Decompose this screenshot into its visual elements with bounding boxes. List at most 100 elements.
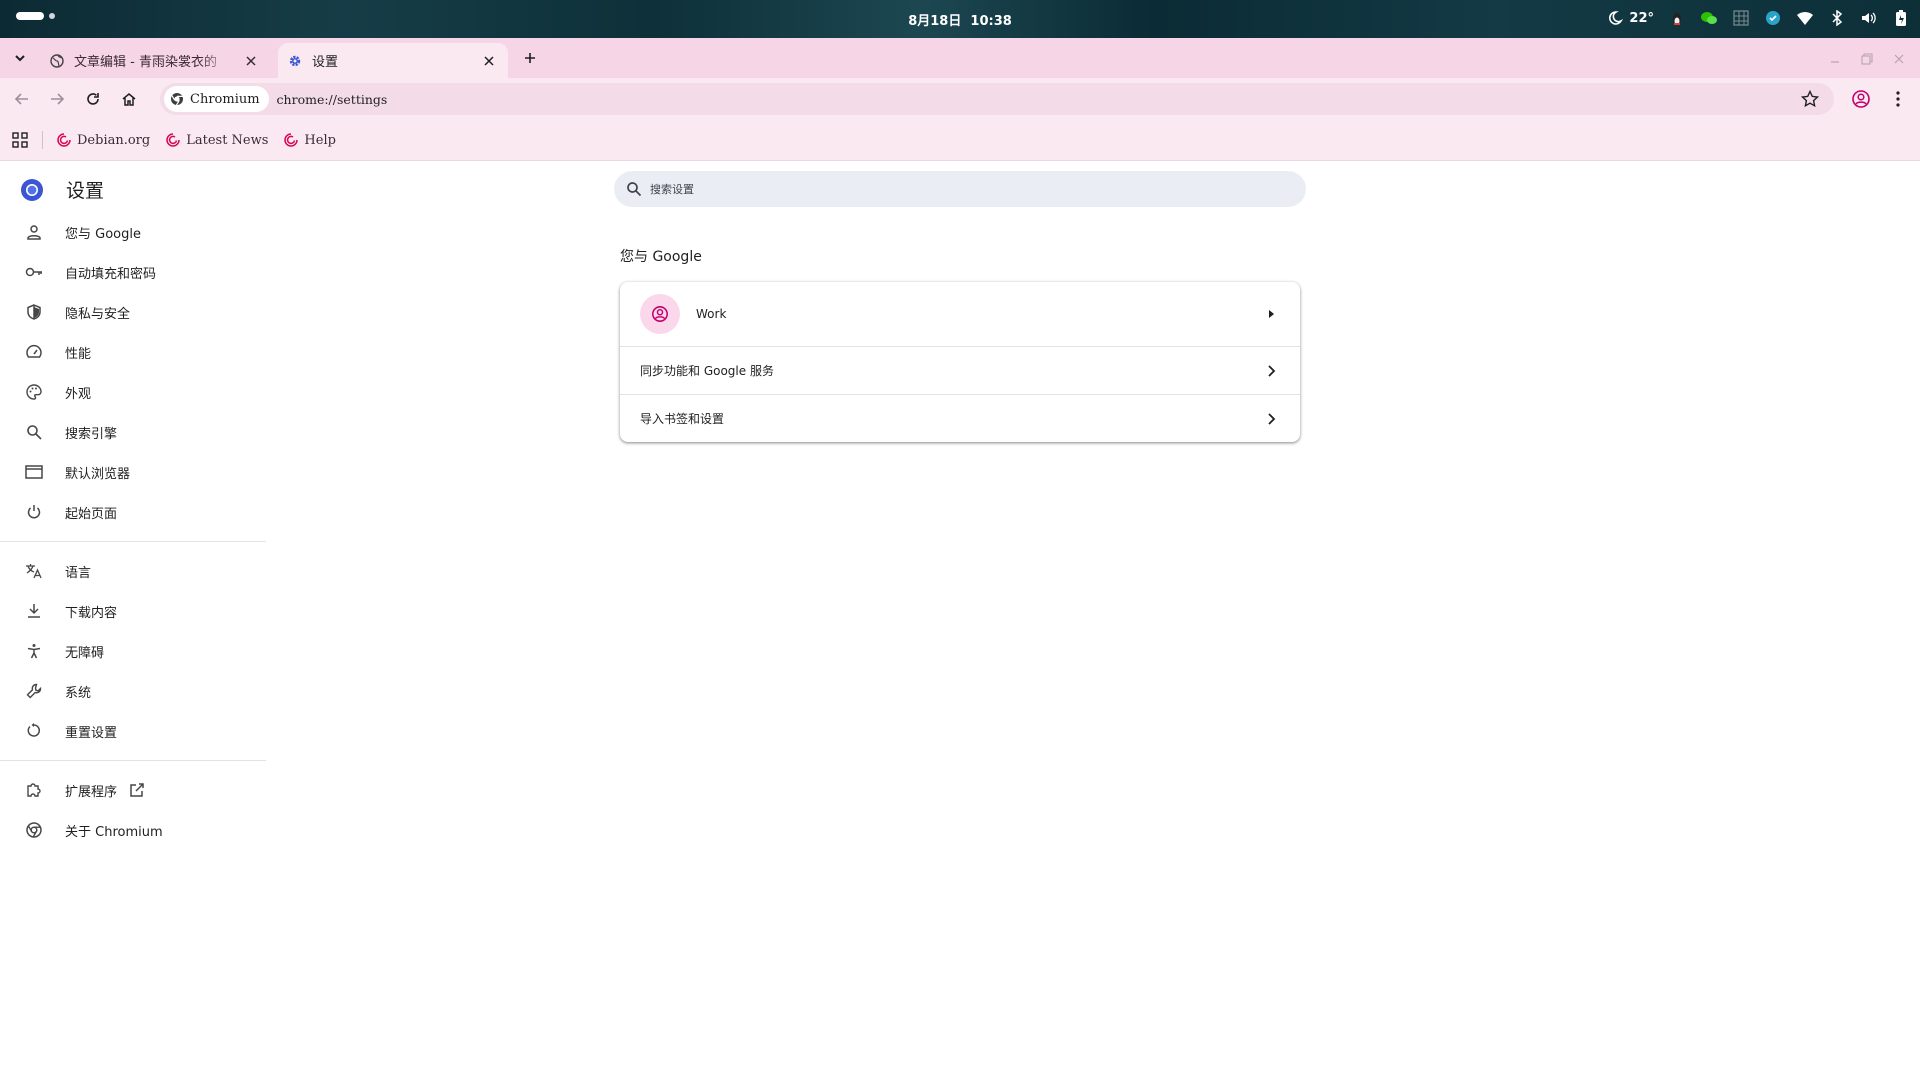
gear-icon	[288, 54, 302, 68]
wrench-icon	[25, 682, 43, 700]
chevron-right-icon	[1262, 410, 1280, 428]
more-vertical-icon	[1896, 91, 1900, 107]
bookmark-label: Help	[304, 132, 336, 148]
accessibility-icon	[25, 642, 43, 660]
you-and-google-card: Work 同步功能和 Google 服务 导入书签和设置	[620, 282, 1300, 442]
bookmark-debian[interactable]: Debian.org	[57, 133, 150, 148]
close-window-button[interactable]	[1890, 50, 1908, 68]
profile-icon	[1852, 90, 1870, 108]
sidebar-item-label: 默认浏览器	[65, 466, 131, 482]
close-icon	[1894, 54, 1904, 64]
sidebar-item-autofill[interactable]: 自动填充和密码	[0, 252, 266, 292]
volume-icon[interactable]	[1860, 9, 1878, 27]
settings-header: 设置	[20, 176, 104, 203]
bookmark-label: Latest News	[186, 132, 269, 148]
app-indicator-icon[interactable]	[1668, 9, 1686, 27]
sidebar-item-reset[interactable]: 重置设置	[0, 711, 266, 751]
speedometer-icon	[25, 343, 43, 361]
sidebar-item-label: 关于 Chromium	[65, 824, 163, 840]
vpn-icon[interactable]	[1764, 9, 1782, 27]
menu-button[interactable]	[1887, 88, 1909, 110]
bluetooth-icon[interactable]	[1828, 9, 1846, 27]
clock-date[interactable]: 8月18日	[908, 14, 961, 29]
profile-row[interactable]: Work	[620, 282, 1300, 346]
wechat-icon[interactable]	[1700, 9, 1718, 27]
back-button[interactable]	[10, 87, 34, 111]
browser-toolbar: Chromium chrome://settings	[0, 78, 1920, 120]
close-tab-button[interactable]	[242, 52, 260, 70]
sidebar-item-label: 起始页面	[65, 506, 118, 522]
sidebar-item-label: 搜索引擎	[65, 426, 118, 442]
bookmark-latest-news[interactable]: Latest News	[166, 133, 268, 148]
new-tab-button[interactable]	[518, 46, 542, 70]
home-button[interactable]	[117, 87, 141, 111]
power-icon	[25, 503, 43, 521]
sidebar-item-label: 语言	[65, 565, 92, 581]
search-input[interactable]	[650, 182, 1270, 196]
bookmarks-divider	[42, 131, 43, 149]
window-controls	[1826, 50, 1908, 68]
forward-button[interactable]	[45, 87, 69, 111]
tab-article-editor[interactable]: 文章编辑 - 青雨染裳衣的	[40, 43, 270, 78]
globe-icon	[50, 53, 64, 68]
chevron-right-icon	[1262, 362, 1280, 380]
site-info-chip[interactable]: Chromium	[164, 86, 269, 112]
sidebar-item-appearance[interactable]: 外观	[0, 372, 266, 412]
extension-icon	[25, 781, 43, 799]
sidebar-item-label: 系统	[65, 685, 92, 701]
chromium-icon	[171, 93, 183, 106]
sidebar-item-you-and-google[interactable]: 您与 Google	[0, 212, 266, 252]
sidebar-item-performance[interactable]: 性能	[0, 332, 266, 372]
settings-sidebar: 设置 您与 Google 自动填充和密码 隐私与安全 性能 外观 搜索引擎 默认…	[0, 162, 266, 1080]
star-icon	[1800, 89, 1820, 108]
sidebar-item-languages[interactable]: 语言	[0, 551, 266, 591]
reset-icon	[25, 722, 43, 740]
sidebar-item-on-startup[interactable]: 起始页面	[0, 492, 266, 532]
sidebar-item-system[interactable]: 系统	[0, 671, 266, 711]
tab-title: 文章编辑 - 青雨染裳衣的	[74, 55, 217, 70]
sidebar-item-search-engine[interactable]: 搜索引擎	[0, 412, 266, 452]
close-tab-button[interactable]	[480, 52, 498, 70]
reload-button[interactable]	[81, 87, 105, 111]
tab-search-button[interactable]	[8, 46, 32, 70]
search-icon	[627, 182, 642, 197]
wifi-icon[interactable]	[1796, 9, 1814, 27]
sidebar-item-label: 您与 Google	[65, 226, 141, 242]
settings-search-box[interactable]	[614, 171, 1306, 207]
home-icon	[122, 93, 136, 106]
activities-button[interactable]	[16, 12, 55, 20]
weather-indicator[interactable]: 22°	[1607, 10, 1654, 26]
sidebar-item-privacy[interactable]: 隐私与安全	[0, 292, 266, 332]
clock-time[interactable]: 10:38	[970, 14, 1011, 29]
battery-icon[interactable]	[1892, 9, 1910, 27]
arrow-left-icon	[14, 93, 28, 105]
sidebar-item-accessibility[interactable]: 无障碍	[0, 631, 266, 671]
omnibox[interactable]: Chromium chrome://settings	[160, 83, 1834, 115]
minimize-button[interactable]	[1826, 50, 1844, 68]
sidebar-item-downloads[interactable]: 下载内容	[0, 591, 266, 631]
grid-app-icon[interactable]	[1732, 9, 1750, 27]
row-label: 同步功能和 Google 服务	[640, 364, 774, 378]
sidebar-item-extensions[interactable]: 扩展程序	[0, 770, 266, 810]
import-bookmarks-row[interactable]: 导入书签和设置	[620, 394, 1300, 442]
apps-button[interactable]	[12, 132, 28, 148]
download-icon	[25, 602, 43, 620]
url-text[interactable]: chrome://settings	[277, 92, 388, 107]
caret-right-icon	[1262, 305, 1280, 323]
sync-services-row[interactable]: 同步功能和 Google 服务	[620, 346, 1300, 394]
maximize-button[interactable]	[1858, 50, 1876, 68]
page-title: 设置	[66, 180, 105, 202]
bookmark-star-button[interactable]	[1800, 89, 1820, 109]
section-heading: 您与 Google	[620, 249, 702, 265]
sidebar-item-default-browser[interactable]: 默认浏览器	[0, 452, 266, 492]
workspace-indicator	[49, 13, 55, 19]
tab-settings[interactable]: 设置	[278, 43, 508, 78]
temperature: 22°	[1629, 10, 1654, 26]
bookmark-help[interactable]: Help	[284, 133, 336, 148]
sidebar-item-about-chromium[interactable]: 关于 Chromium	[0, 810, 266, 850]
search-icon	[25, 423, 43, 441]
profile-button[interactable]	[1850, 88, 1872, 110]
bookmark-label: Debian.org	[77, 132, 151, 148]
settings-menu: 您与 Google 自动填充和密码 隐私与安全 性能 外观 搜索引擎 默认浏览器	[0, 212, 266, 850]
debian-swirl-icon	[57, 133, 71, 147]
